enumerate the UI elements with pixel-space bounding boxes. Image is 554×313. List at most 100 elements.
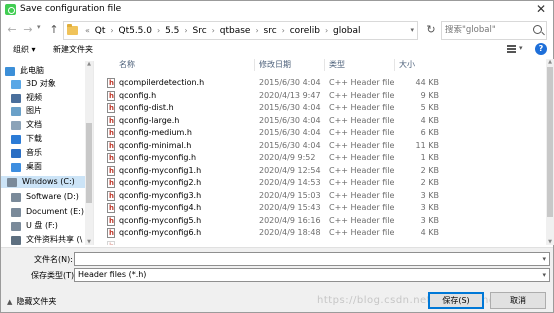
recent-locations-chevron-icon[interactable]: ▾ <box>37 23 41 31</box>
file-list-scrollbar[interactable]: ▲ ▼ <box>546 59 554 245</box>
chevron-right-icon[interactable]: › <box>212 26 215 35</box>
file-name: qconfig-medium.h <box>119 128 192 137</box>
chevron-right-icon[interactable]: › <box>255 26 258 35</box>
header-file-icon <box>107 241 115 245</box>
chevron-right-icon[interactable]: › <box>325 26 328 35</box>
header-file-icon <box>107 78 115 88</box>
sidebar-item-this-pc[interactable]: 此电脑 <box>5 65 85 77</box>
filetype-select[interactable]: Header files (*.h) ▾ <box>74 268 550 282</box>
chevron-right-icon[interactable]: › <box>157 26 160 35</box>
sidebar-item-pictures[interactable]: 图片 <box>5 105 85 117</box>
column-divider[interactable] <box>254 59 255 71</box>
address-bar[interactable]: « Qt › Qt5.5.0 › 5.5 › Src › qtbase › src › co… <box>63 21 418 40</box>
column-divider[interactable] <box>324 59 325 71</box>
sidebar-item-windows-c[interactable]: Windows (C:) <box>1 176 85 188</box>
save-form: 文件名(N): ▾ 保存类型(T): Header files (*.h) ▾ … <box>1 247 553 312</box>
back-arrow-icon[interactable]: ← <box>5 23 19 37</box>
sidebar-item-3d-objects[interactable]: 3D 对象 <box>5 78 85 90</box>
file-type: C++ Header file <box>329 78 395 87</box>
sidebar-item-usb-f[interactable]: U 盘 (F:) <box>5 220 85 232</box>
column-divider[interactable] <box>394 59 395 71</box>
file-size: 3 KB <box>420 215 439 225</box>
file-row[interactable]: qcompilerdetection.h 2015/6/30 4:04 C++ … <box>99 77 546 89</box>
column-header-name[interactable]: 名称 <box>119 59 135 71</box>
file-date: 2015/6/30 4:04 <box>259 128 321 137</box>
file-row[interactable]: qconfig-myconfig4.h 2020/4/9 15:43 C++ H… <box>99 202 546 214</box>
refresh-icon[interactable]: ↻ <box>423 22 439 38</box>
search-box[interactable] <box>441 21 547 40</box>
sidebar-item-downloads[interactable]: 下载 <box>5 133 85 145</box>
file-date: 2020/4/9 9:52 <box>259 153 316 162</box>
sidebar-item-document-e[interactable]: Document (E:) <box>5 206 85 218</box>
file-row[interactable]: qconfig-dist.h 2015/6/30 4:04 C++ Header… <box>99 102 546 114</box>
scroll-up-arrow-icon[interactable]: ▲ <box>85 61 93 67</box>
scroll-up-arrow-icon[interactable]: ▲ <box>546 59 554 65</box>
cancel-button[interactable]: 取消 <box>490 292 546 309</box>
close-button[interactable]: ✕ <box>531 2 551 17</box>
breadcrumb-item[interactable]: src <box>264 26 277 36</box>
file-row[interactable]: qconfig-medium.h 2015/6/30 4:04 C++ Head… <box>99 127 546 139</box>
breadcrumb-overflow[interactable]: « <box>85 26 90 35</box>
scrollbar-thumb[interactable] <box>86 123 92 203</box>
filetype-value: Header files (*.h) <box>78 270 147 279</box>
breadcrumb-item[interactable]: Qt <box>95 26 106 36</box>
header-file-icon <box>107 178 115 188</box>
scrollbar-thumb[interactable] <box>547 67 553 217</box>
header-file-icon <box>107 90 115 101</box>
up-arrow-icon[interactable]: ↑ <box>47 23 61 37</box>
sidebar-item-label: Document (E:) <box>26 207 84 216</box>
header-file-icon <box>107 115 115 126</box>
video-icon <box>11 93 21 103</box>
file-name: qcompilerdetection.h <box>119 78 205 87</box>
header-file-icon <box>107 228 115 238</box>
file-row[interactable]: qconfig-myconfig2.h 2020/4/9 14:53 C++ H… <box>99 177 546 189</box>
save-button[interactable]: 保存(S) <box>428 292 484 309</box>
sidebar-item-software-d[interactable]: Software (D:) <box>5 191 85 203</box>
breadcrumb-item[interactable]: corelib <box>290 26 320 36</box>
file-row[interactable]: qconfig.h 2020/4/13 9:47 C++ Header file… <box>99 90 546 102</box>
column-header-type[interactable]: 类型 <box>329 59 345 71</box>
breadcrumb-item[interactable]: qtbase <box>220 26 251 36</box>
breadcrumb-item[interactable]: 5.5 <box>165 26 179 36</box>
view-options-button[interactable]: ▾ <box>507 43 527 55</box>
chevron-right-icon[interactable]: › <box>184 26 187 35</box>
file-row[interactable]: qconfig-myconfig1.h 2020/4/9 12:54 C++ H… <box>99 165 546 177</box>
sidebar-item-network-share[interactable]: 文件资料共享 (\ <box>5 234 85 246</box>
forward-arrow-icon[interactable]: → <box>21 23 35 37</box>
sidebar-item-music[interactable]: 音乐 <box>5 147 85 159</box>
hide-folders-label: 隐藏文件夹 <box>16 297 57 306</box>
file-name: qconfig-minimal.h <box>119 140 192 150</box>
breadcrumb-item[interactable]: Qt5.5.0 <box>118 26 152 36</box>
filename-dropdown-chevron-icon[interactable]: ▾ <box>542 253 546 265</box>
sidebar-scrollbar[interactable]: ▲ ▼ <box>85 61 93 245</box>
new-folder-button[interactable]: 新建文件夹 <box>53 44 93 55</box>
search-input[interactable] <box>445 25 529 35</box>
column-header-size[interactable]: 大小 <box>399 59 415 71</box>
sidebar-item-desktop[interactable]: 桌面 <box>5 161 85 173</box>
breadcrumb-item[interactable]: global <box>333 26 360 36</box>
sidebar-item-videos[interactable]: 视频 <box>5 92 85 104</box>
address-dropdown-chevron-icon[interactable]: ▾ <box>410 26 414 34</box>
chevron-right-icon[interactable]: › <box>110 26 113 35</box>
filename-field[interactable]: ▾ <box>74 252 550 266</box>
file-date: 2020/4/9 15:43 <box>259 203 321 212</box>
file-row[interactable]: qconfig-minimal.h 2015/6/30 4:04 C++ Hea… <box>99 140 546 152</box>
file-row[interactable]: qconfig-myconfig6.h 2020/4/9 18:48 C++ H… <box>99 227 546 239</box>
organize-menu-button[interactable]: 组织 ▾ <box>13 44 36 55</box>
file-row[interactable]: qconfig-large.h 2015/6/30 4:04 C++ Heade… <box>99 115 546 127</box>
breadcrumb-item[interactable]: Src <box>192 26 206 36</box>
search-icon[interactable] <box>533 25 542 34</box>
help-icon[interactable]: ? <box>535 43 547 55</box>
file-row-partial[interactable] <box>99 240 546 245</box>
file-date: 2015/6/30 4:04 <box>259 140 321 150</box>
filetype-dropdown-chevron-icon[interactable]: ▾ <box>542 269 546 281</box>
hide-folders-toggle[interactable]: ▲ 隐藏文件夹 <box>7 296 56 307</box>
file-row[interactable]: qconfig-myconfig3.h 2020/4/9 15:03 C++ H… <box>99 190 546 202</box>
file-row[interactable]: qconfig-myconfig5.h 2020/4/9 16:16 C++ H… <box>99 215 546 227</box>
sidebar-item-documents[interactable]: 文档 <box>5 119 85 131</box>
scroll-down-arrow-icon[interactable]: ▼ <box>546 239 554 245</box>
file-row[interactable]: qconfig-myconfig.h 2020/4/9 9:52 C++ Hea… <box>99 152 546 164</box>
chevron-right-icon[interactable]: › <box>282 26 285 35</box>
scroll-down-arrow-icon[interactable]: ▼ <box>85 239 93 245</box>
column-header-date[interactable]: 修改日期 <box>259 59 291 71</box>
